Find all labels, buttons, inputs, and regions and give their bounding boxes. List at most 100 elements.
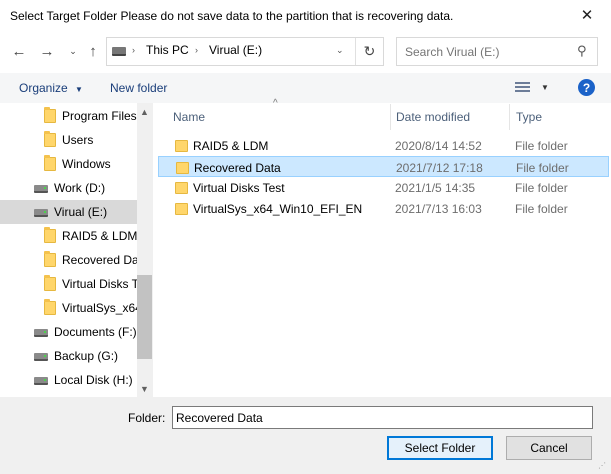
file-row[interactable]: RAID5 & LDM 2020/8/14 14:52 File folder bbox=[158, 135, 609, 156]
nav-item[interactable]: Program Files bbox=[0, 104, 137, 128]
organize-button[interactable]: Organize ▼ bbox=[19, 81, 83, 95]
close-button[interactable]: ✕ bbox=[574, 4, 600, 26]
column-divider[interactable] bbox=[509, 104, 510, 130]
refresh-icon: ↻ bbox=[363, 43, 376, 59]
nav-item[interactable]: RAID5 & LDM bbox=[0, 224, 137, 248]
nav-item-label: Recovered Data bbox=[62, 253, 149, 267]
file-type: File folder bbox=[516, 161, 569, 175]
view-dropdown-icon[interactable]: ▼ bbox=[541, 83, 549, 92]
nav-item-label: Program Files bbox=[62, 109, 137, 123]
nav-item-label: Documents (F:) bbox=[54, 325, 137, 339]
nav-item[interactable]: Backup (G:) bbox=[0, 344, 137, 368]
drive-icon bbox=[34, 377, 48, 385]
column-type[interactable]: Type bbox=[516, 110, 542, 124]
nav-item[interactable]: Documents (F:) bbox=[0, 320, 137, 344]
file-name: Virtual Disks Test bbox=[193, 181, 285, 195]
column-date[interactable]: Date modified bbox=[396, 110, 470, 124]
nav-item-label: RAID5 & LDM bbox=[62, 229, 138, 243]
nav-item-label: Users bbox=[62, 133, 94, 147]
chevron-right-icon: › bbox=[195, 45, 198, 55]
arrow-left-icon: ← bbox=[11, 42, 27, 60]
drive-icon bbox=[34, 329, 48, 337]
folder-icon bbox=[175, 182, 188, 194]
column-divider[interactable] bbox=[390, 104, 391, 130]
search-icon[interactable]: ⚲ bbox=[577, 43, 587, 59]
up-button[interactable]: ↑ bbox=[84, 42, 102, 60]
breadcrumb-drive[interactable]: Virual (E:) bbox=[209, 43, 262, 57]
chevron-down-icon: ⌄ bbox=[69, 45, 77, 56]
file-row[interactable]: Virtual Disks Test 2021/1/5 14:35 File fol… bbox=[158, 177, 609, 198]
breadcrumb-this-pc[interactable]: This PC bbox=[146, 43, 189, 57]
nav-item-label: Local Disk (H:) bbox=[54, 373, 133, 387]
file-name: VirtualSys_x64_Win10_EFI_EN bbox=[193, 202, 363, 216]
drive-icon bbox=[34, 353, 48, 361]
details-view-icon bbox=[515, 82, 530, 93]
folder-name-input[interactable] bbox=[172, 406, 593, 429]
folder-icon bbox=[44, 131, 56, 147]
nav-item-label: Windows bbox=[62, 157, 111, 171]
folder-icon bbox=[44, 155, 56, 171]
caret-down-icon: ▼ bbox=[75, 85, 83, 94]
search-input[interactable] bbox=[405, 43, 565, 61]
new-folder-button[interactable]: New folder bbox=[110, 81, 167, 95]
navigation-pane[interactable]: Program Files Users Windows Work (D:) Virual… bbox=[0, 103, 152, 397]
folder-icon bbox=[44, 299, 56, 315]
nav-item[interactable]: Local Disk (H:) bbox=[0, 368, 137, 392]
nav-item-label: Virual (E:) bbox=[54, 205, 108, 219]
column-header-row bbox=[158, 103, 611, 130]
drive-icon bbox=[34, 185, 48, 193]
file-date: 2021/7/13 16:03 bbox=[395, 202, 482, 216]
help-icon[interactable]: ? bbox=[578, 79, 595, 96]
refresh-button[interactable]: ↻ bbox=[355, 38, 383, 65]
nav-item[interactable]: Work (D:) bbox=[0, 176, 137, 200]
sort-ascending-icon: ^ bbox=[273, 98, 278, 109]
arrow-up-icon: ↑ bbox=[89, 42, 97, 60]
view-options-button[interactable] bbox=[514, 80, 532, 95]
window-title: Select Target Folder Please do not save … bbox=[10, 9, 454, 23]
search-box[interactable] bbox=[396, 37, 598, 66]
folder-label: Folder: bbox=[128, 411, 166, 425]
drive-icon bbox=[34, 209, 48, 217]
column-name[interactable]: Name bbox=[173, 110, 205, 124]
file-date: 2020/8/14 14:52 bbox=[395, 139, 482, 153]
folder-icon bbox=[44, 275, 56, 291]
file-date: 2021/7/12 17:18 bbox=[396, 161, 483, 175]
drive-icon bbox=[112, 47, 126, 56]
file-row[interactable]: VirtualSys_x64_Win10_EFI_EN 2021/7/13 16:… bbox=[158, 198, 609, 219]
nav-item[interactable]: Users bbox=[0, 128, 137, 152]
select-folder-button[interactable]: Select Folder bbox=[387, 436, 493, 460]
chevron-right-icon: › bbox=[132, 45, 135, 55]
scroll-up-icon[interactable]: ▲ bbox=[137, 104, 152, 119]
nav-item-label: Work (D:) bbox=[54, 181, 106, 195]
address-dropdown-icon[interactable]: ⌄ bbox=[336, 45, 344, 56]
organize-label: Organize bbox=[19, 81, 68, 95]
folder-icon bbox=[44, 227, 56, 243]
file-type: File folder bbox=[515, 202, 568, 216]
close-icon: ✕ bbox=[580, 7, 594, 24]
back-button[interactable]: ← bbox=[10, 42, 28, 60]
forward-button[interactable]: → bbox=[38, 42, 56, 60]
folder-icon bbox=[176, 162, 189, 174]
file-type: File folder bbox=[515, 139, 568, 153]
folder-icon bbox=[175, 140, 188, 152]
file-name: Recovered Data bbox=[194, 161, 281, 175]
arrow-right-icon: → bbox=[39, 42, 55, 60]
folder-icon bbox=[44, 251, 56, 267]
file-date: 2021/1/5 14:35 bbox=[395, 181, 476, 195]
file-type: File folder bbox=[515, 181, 568, 195]
file-row[interactable]: Recovered Data 2021/7/12 17:18 File folder bbox=[158, 156, 609, 177]
nav-item[interactable]: Windows bbox=[0, 152, 137, 176]
nav-item[interactable]: Virtual Disks Test bbox=[0, 272, 152, 296]
scroll-down-icon[interactable]: ▼ bbox=[137, 381, 152, 396]
folder-icon bbox=[175, 203, 188, 215]
nav-item[interactable]: Virual (E:) bbox=[0, 200, 137, 224]
cancel-button[interactable]: Cancel bbox=[506, 436, 592, 460]
recent-locations-button[interactable]: ⌄ bbox=[64, 42, 82, 60]
nav-item[interactable]: VirtualSys_x64_Win10_EFI_EN bbox=[0, 296, 152, 320]
nav-item[interactable]: Recovered Data bbox=[0, 248, 149, 272]
file-name: RAID5 & LDM bbox=[193, 139, 269, 153]
folder-icon bbox=[44, 107, 56, 123]
nav-scroll-thumb[interactable] bbox=[137, 275, 152, 359]
resize-grip-icon[interactable]: ⋰ bbox=[598, 461, 608, 471]
nav-item-label: Backup (G:) bbox=[54, 349, 119, 363]
